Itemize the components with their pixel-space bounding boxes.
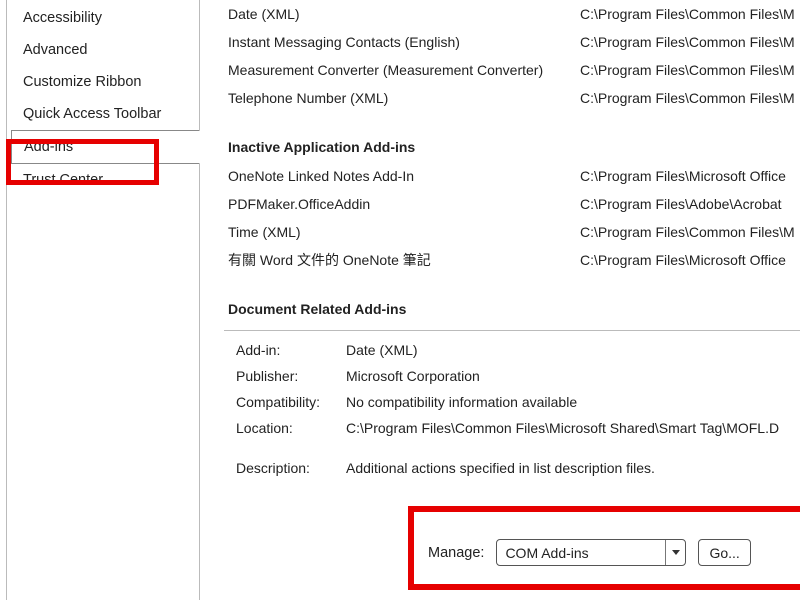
addin-name: Measurement Converter (Measurement Conve… [228, 56, 580, 84]
sidebar-item-trust-center[interactable]: Trust Center [7, 164, 199, 196]
addin-name: Telephone Number (XML) [228, 84, 580, 112]
inactive-addin-row[interactable]: PDFMaker.OfficeAddin C:\Program Files\Ad… [228, 190, 800, 218]
detail-label-addin: Add-in: [236, 337, 346, 363]
addin-name: Time (XML) [228, 218, 580, 246]
inactive-addin-row[interactable]: 有關 Word 文件的 OneNote 筆記 C:\Program Files\… [228, 246, 800, 274]
sidebar-item-customize-ribbon[interactable]: Customize Ribbon [7, 66, 199, 98]
sidebar-item-add-ins[interactable]: Add-ins [11, 130, 200, 164]
chevron-down-icon [672, 550, 680, 555]
manage-select[interactable]: COM Add-ins [496, 539, 686, 566]
detail-label-description: Description: [236, 455, 346, 481]
addin-details: Add-in: Date (XML) Publisher: Microsoft … [200, 331, 800, 481]
addin-location: C:\Program Files\Common Files\M [580, 0, 800, 28]
addin-location: C:\Program Files\Common Files\M [580, 218, 800, 246]
active-addin-row[interactable]: Measurement Converter (Measurement Conve… [228, 56, 800, 84]
addin-location: C:\Program Files\Microsoft Office [580, 162, 800, 190]
detail-label-location: Location: [236, 415, 346, 441]
addin-name: Instant Messaging Contacts (English) [228, 28, 580, 56]
go-button[interactable]: Go... [698, 539, 750, 566]
sidebar-item-quick-access-toolbar[interactable]: Quick Access Toolbar [7, 98, 199, 130]
document-related-heading: Document Related Add-ins [228, 294, 800, 324]
addin-name: PDFMaker.OfficeAddin [228, 190, 580, 218]
sidebar-item-advanced[interactable]: Advanced [7, 34, 199, 66]
active-addin-row[interactable]: Telephone Number (XML) C:\Program Files\… [228, 84, 800, 112]
addin-name: OneNote Linked Notes Add-In [228, 162, 580, 190]
manage-bar: Manage: COM Add-ins Go... [428, 539, 751, 566]
detail-value-publisher: Microsoft Corporation [346, 363, 800, 389]
addin-location: C:\Program Files\Common Files\M [580, 28, 800, 56]
addin-location: C:\Program Files\Adobe\Acrobat [580, 190, 800, 218]
detail-value-compat: No compatibility information available [346, 389, 800, 415]
addin-location: C:\Program Files\Common Files\M [580, 56, 800, 84]
detail-label-publisher: Publisher: [236, 363, 346, 389]
sidebar-item-accessibility[interactable]: Accessibility [7, 2, 199, 34]
inactive-addin-row[interactable]: Time (XML) C:\Program Files\Common Files… [228, 218, 800, 246]
manage-label: Manage: [428, 545, 484, 561]
addins-panel: Date (XML) C:\Program Files\Common Files… [200, 0, 800, 600]
addin-location: C:\Program Files\Common Files\M [580, 84, 800, 112]
addins-list: Date (XML) C:\Program Files\Common Files… [200, 0, 800, 324]
inactive-addin-row[interactable]: OneNote Linked Notes Add-In C:\Program F… [228, 162, 800, 190]
inactive-addins-heading: Inactive Application Add-ins [228, 132, 800, 162]
addin-name: Date (XML) [228, 0, 580, 28]
detail-value-location: C:\Program Files\Common Files\Microsoft … [346, 415, 800, 441]
manage-select-dropdown-button[interactable] [665, 540, 685, 565]
addin-name: 有關 Word 文件的 OneNote 筆記 [228, 246, 580, 274]
options-sidebar: Accessibility Advanced Customize Ribbon … [6, 0, 200, 600]
detail-label-compat: Compatibility: [236, 389, 346, 415]
active-addin-row[interactable]: Instant Messaging Contacts (English) C:\… [228, 28, 800, 56]
detail-value-addin: Date (XML) [346, 337, 800, 363]
active-addin-row[interactable]: Date (XML) C:\Program Files\Common Files… [228, 0, 800, 28]
manage-select-value: COM Add-ins [497, 545, 665, 561]
detail-value-description: Additional actions specified in list des… [346, 455, 800, 481]
addin-location: C:\Program Files\Microsoft Office [580, 246, 800, 274]
